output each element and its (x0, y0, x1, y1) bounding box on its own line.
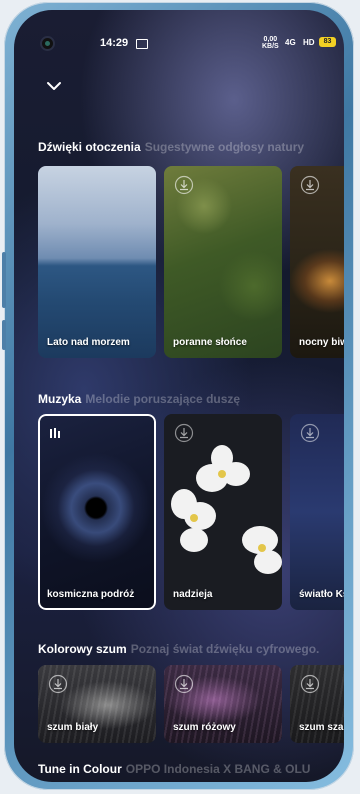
download-icon[interactable] (174, 423, 194, 443)
card-swiatlo-ksiezyca[interactable]: światło Księżyca (290, 414, 344, 610)
section-music-title: Muzyka Melodie poruszające duszę (38, 392, 240, 406)
network-speed-unit: KB/S (262, 43, 279, 50)
download-icon[interactable] (48, 674, 68, 694)
section-title-text: Tune in Colour (38, 762, 122, 776)
card-label: szum biały (47, 722, 99, 733)
card-lato-nad-morzem[interactable]: Lato nad morzem (38, 166, 156, 358)
card-nadzieja[interactable]: nadzieja (164, 414, 282, 610)
card-label: kosmiczna podróż (47, 589, 135, 600)
card-nocny-biwak[interactable]: nocny biwak (290, 166, 344, 358)
playing-bars-icon (50, 428, 60, 438)
card-label: nadzieja (173, 589, 213, 600)
card-kosmiczna-podroz[interactable]: kosmiczna podróż (38, 414, 156, 610)
front-camera (42, 38, 53, 49)
side-button (2, 320, 6, 350)
download-icon[interactable] (174, 175, 194, 195)
side-button (2, 252, 6, 308)
signal-icon: 4G (285, 38, 296, 47)
download-icon[interactable] (300, 175, 320, 195)
section-tune-in-colour-title: Tune in Colour OPPO Indonesia X BANG & OL… (38, 762, 310, 776)
signal-hd-icon: HD (303, 38, 315, 47)
download-icon[interactable] (300, 423, 320, 443)
card-label: Lato nad morzem (47, 337, 130, 348)
download-icon[interactable] (174, 674, 194, 694)
phone-frame: 14:29 0,00 KB/S 4G HD 83 Dźwięki otoczen… (2, 2, 354, 790)
status-time: 14:29 (100, 37, 129, 49)
screen: 14:29 0,00 KB/S 4G HD 83 Dźwięki otoczen… (14, 10, 344, 782)
chevron-down-icon[interactable] (45, 80, 63, 92)
section-title-text: Muzyka (38, 392, 82, 406)
network-speed-value: 0,00 (263, 36, 278, 43)
section-subtitle: Melodie poruszające duszę (85, 392, 241, 406)
notification-icon (136, 39, 148, 49)
section-subtitle: Sugestywne odgłosy natury (144, 140, 305, 154)
battery-icon: 83 (319, 37, 336, 47)
card-label: szum szary (299, 722, 344, 733)
section-title-text: Kolorowy szum (38, 642, 127, 656)
card-szum-szary[interactable]: szum szary (290, 665, 344, 743)
network-speed: 0,00 KB/S (262, 36, 279, 50)
status-bar: 14:29 0,00 KB/S 4G HD 83 (14, 36, 344, 54)
card-szum-rozowy[interactable]: szum różowy (164, 665, 282, 743)
battery-level: 83 (323, 38, 332, 45)
download-icon[interactable] (300, 674, 320, 694)
card-label: szum różowy (173, 722, 236, 733)
section-subtitle: OPPO Indonesia X BANG & OLU (125, 762, 311, 776)
card-label: światło Księżyca (299, 589, 344, 600)
card-poranne-slonce[interactable]: poranne słońce (164, 166, 282, 358)
card-label: poranne słońce (173, 337, 247, 348)
section-title-text: Dźwięki otoczenia (38, 140, 141, 154)
card-label: nocny biwak (299, 337, 344, 348)
orchid-image (171, 445, 282, 574)
section-noise-title: Kolorowy szum Poznaj świat dźwięku cyfrow… (38, 642, 319, 656)
card-szum-bialy[interactable]: szum biały (38, 665, 156, 743)
section-subtitle: Poznaj świat dźwięku cyfrowego. (130, 642, 320, 656)
section-ambient-title: Dźwięki otoczenia Sugestywne odgłosy natu… (38, 140, 304, 154)
